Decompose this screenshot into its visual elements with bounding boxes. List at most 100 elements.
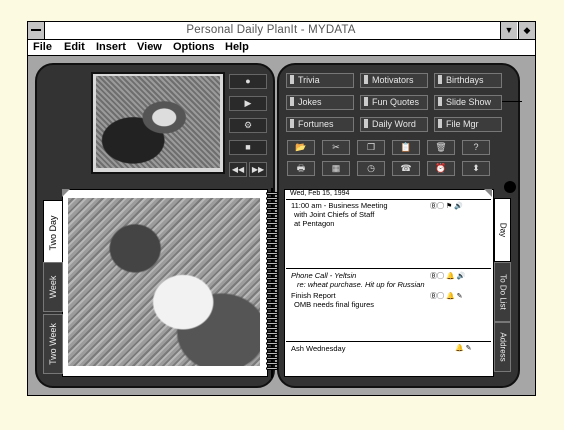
- paste-icon: 📋: [400, 142, 412, 152]
- menu-file[interactable]: File: [33, 40, 52, 55]
- circle-b-icon: Ⓑ◯: [430, 203, 444, 210]
- entry-2-icons[interactable]: Ⓑ◯ 🔔 🔊: [430, 271, 465, 281]
- bell-icon: 🔔: [445, 293, 455, 300]
- page-corner-icon[interactable]: [62, 189, 70, 197]
- nav-file-mgr-button[interactable]: File Mgr: [434, 117, 502, 132]
- bullet-icon: [438, 97, 442, 106]
- nav-fortunes-button[interactable]: Fortunes: [286, 117, 354, 132]
- menu-help[interactable]: Help: [225, 40, 249, 55]
- entry-3-line-1[interactable]: Finish Report: [291, 291, 336, 300]
- pen-icon: ✎: [456, 293, 463, 300]
- clock-icon: ◷: [367, 163, 375, 173]
- alarm-button[interactable]: ⏰: [427, 161, 455, 176]
- spiral-ring: [266, 327, 278, 330]
- scissors-icon: ✂: [332, 142, 340, 152]
- spiral-ring: [266, 222, 278, 225]
- speaker-icon: 🔊: [454, 203, 463, 210]
- entry-1-line-3[interactable]: at Pentagon: [294, 219, 334, 228]
- system-menu-button[interactable]: [28, 22, 45, 39]
- phone-button[interactable]: ☎: [392, 161, 420, 176]
- entry-3-line-2[interactable]: OMB needs final figures: [294, 300, 374, 309]
- paste-button[interactable]: 📋: [392, 140, 420, 155]
- tab-to-do-list[interactable]: To Do List: [494, 262, 511, 322]
- tab-two-week[interactable]: Two Week: [43, 314, 63, 374]
- bullet-icon: [290, 97, 294, 106]
- entry-1-icons[interactable]: Ⓑ◯ ⚑ 🔊: [430, 201, 463, 211]
- bell-icon: 🔔: [445, 273, 455, 280]
- record-button[interactable]: ●: [229, 74, 267, 89]
- bell-icon: 🔔: [455, 345, 464, 352]
- entry-2-line-1[interactable]: Phone Call - Yeltsin: [291, 271, 356, 280]
- delete-button[interactable]: 🗑: [427, 140, 455, 155]
- menu-options[interactable]: Options: [173, 40, 215, 55]
- alarm-icon: ⏰: [435, 163, 447, 173]
- restore-button[interactable]: ◆: [518, 22, 535, 39]
- spiral-ring: [266, 297, 278, 300]
- calendar-button[interactable]: ▦: [322, 161, 350, 176]
- nav-motivators-button[interactable]: Motivators: [360, 73, 428, 88]
- print-button[interactable]: 🖶: [287, 161, 315, 176]
- trash-icon: 🗑: [435, 142, 447, 152]
- spiral-ring: [266, 357, 278, 360]
- stop-button[interactable]: ■: [229, 140, 267, 155]
- rewind-button[interactable]: ◀◀: [229, 162, 247, 177]
- nav-daily-word-button[interactable]: Daily Word: [360, 117, 428, 132]
- spiral-ring: [266, 262, 278, 265]
- spiral-ring: [266, 332, 278, 335]
- system-menu-icon: [31, 29, 41, 31]
- spiral-ring: [266, 307, 278, 310]
- folder-icon: 📂: [295, 142, 307, 152]
- entry-3-icons[interactable]: Ⓑ◯ 🔔 ✎: [430, 291, 463, 301]
- clock-button[interactable]: ◷: [357, 161, 385, 176]
- speaker-icon: 🔊: [456, 273, 466, 280]
- spiral-ring: [266, 257, 278, 260]
- nav-trivia-button[interactable]: Trivia: [286, 73, 354, 88]
- page-corner-icon[interactable]: [484, 189, 492, 197]
- settings-button[interactable]: ⚙: [229, 118, 267, 133]
- spiral-ring: [266, 367, 278, 370]
- spiral-ring: [266, 347, 278, 350]
- rewind-icon: ◀◀: [231, 165, 245, 174]
- entry-2-line-2[interactable]: re: wheat purchase. Hit up for Russian: [297, 280, 425, 289]
- nav-birthdays-button[interactable]: Birthdays: [434, 73, 502, 88]
- cut-button[interactable]: ✂: [322, 140, 350, 155]
- nav-jokes-button[interactable]: Jokes: [286, 95, 354, 110]
- scroll-button[interactable]: ⬍: [462, 161, 490, 176]
- spiral-ring: [266, 312, 278, 315]
- help-button[interactable]: ?: [462, 140, 490, 155]
- spiral-ring: [266, 252, 278, 255]
- nav-fun-quotes-button[interactable]: Fun Quotes: [360, 95, 428, 110]
- spiral-ring: [266, 277, 278, 280]
- open-folder-button[interactable]: 📂: [287, 140, 315, 155]
- entry-4-line-1[interactable]: Ash Wednesday: [291, 344, 345, 353]
- menu-edit[interactable]: Edit: [64, 40, 85, 55]
- entry-1-line-2[interactable]: with Joint Chiefs of Staff: [294, 210, 374, 219]
- spiral-ring: [266, 352, 278, 355]
- tab-week[interactable]: Week: [43, 262, 63, 312]
- flag-icon: ⚑: [445, 203, 453, 210]
- bullet-icon: [364, 119, 368, 128]
- menu-view[interactable]: View: [137, 40, 162, 55]
- printer-icon: 🖶: [296, 163, 306, 173]
- spiral-ring: [266, 282, 278, 285]
- settings-icon: ⚙: [243, 120, 253, 130]
- forward-button[interactable]: ▶▶: [249, 162, 267, 177]
- entry-1-line-1[interactable]: 11:00 am - Business Meeting: [291, 201, 388, 210]
- video-image: [96, 76, 220, 168]
- menu-insert[interactable]: Insert: [96, 40, 126, 55]
- tab-address[interactable]: Address: [494, 322, 511, 372]
- entry-4-icons[interactable]: 🔔 ✎: [455, 344, 472, 352]
- copy-button[interactable]: ❐: [357, 140, 385, 155]
- tab-day[interactable]: Day: [494, 198, 511, 262]
- bookmark-icon[interactable]: [504, 181, 516, 193]
- divider: [286, 268, 491, 269]
- play-button[interactable]: ▶: [229, 96, 267, 111]
- minimize-button[interactable]: ▼: [500, 22, 517, 39]
- nav-slide-show-button[interactable]: Slide Show: [434, 95, 502, 110]
- stop-icon: ■: [245, 142, 251, 152]
- pen-icon: ✎: [465, 345, 472, 352]
- spiral-ring: [266, 192, 278, 195]
- spiral-ring: [266, 202, 278, 205]
- tab-two-day[interactable]: Two Day: [43, 200, 63, 266]
- circle-b-icon: Ⓑ◯: [430, 273, 444, 280]
